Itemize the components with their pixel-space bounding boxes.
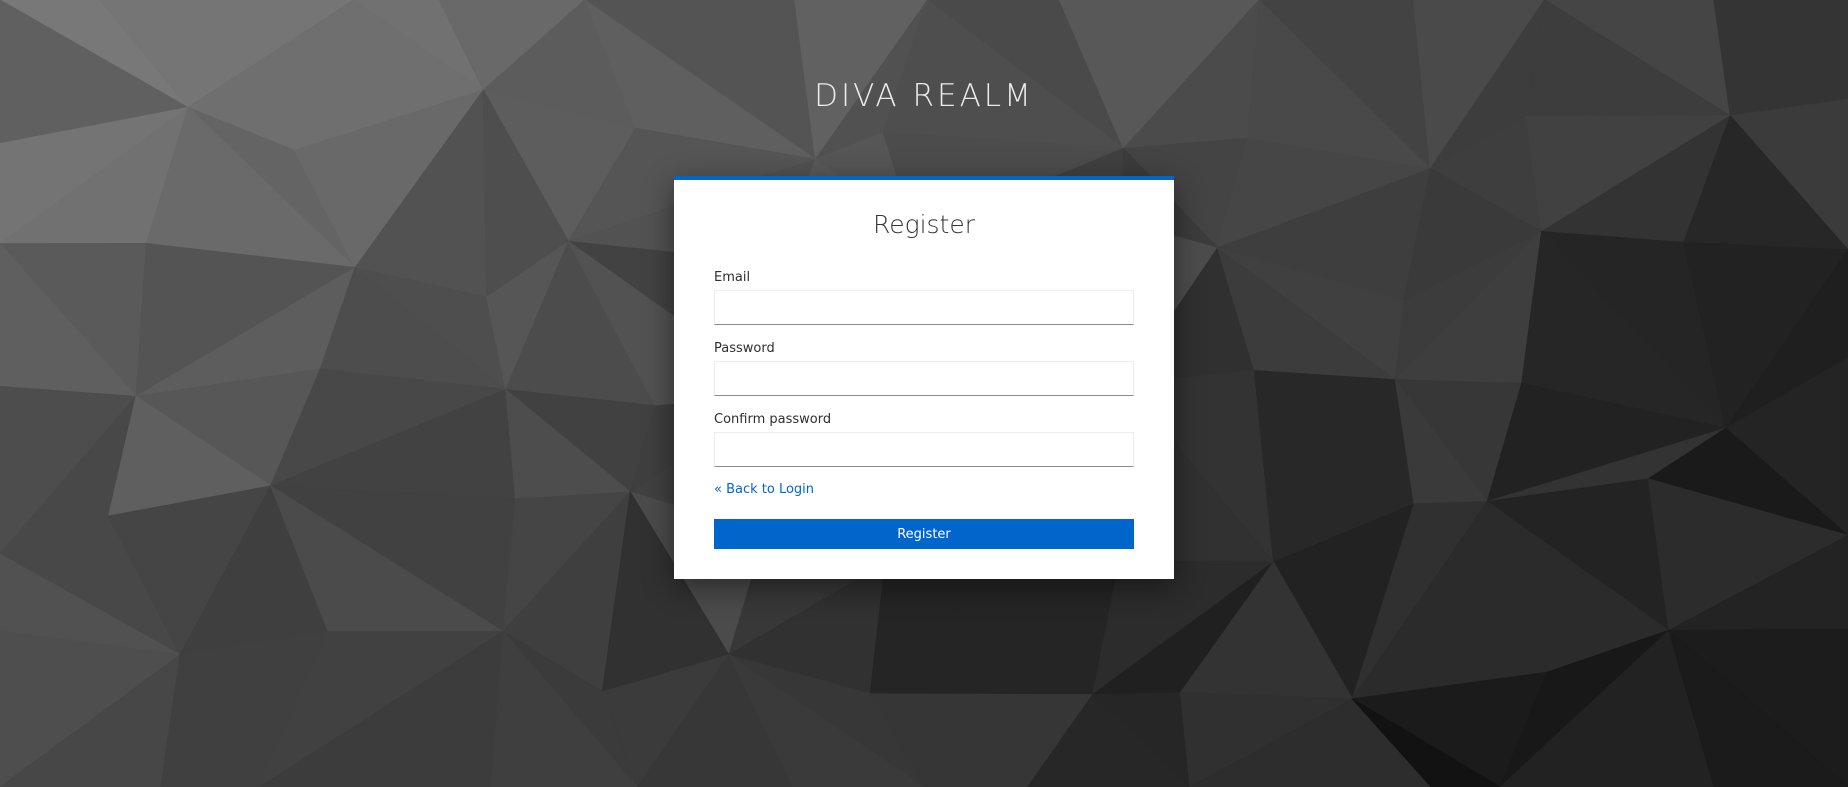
- password-field[interactable]: [714, 361, 1134, 396]
- realm-title: DIVA REALM: [814, 78, 1034, 114]
- email-label: Email: [714, 270, 751, 285]
- page-title: Register: [872, 210, 976, 239]
- email-field[interactable]: [714, 290, 1134, 325]
- register-button[interactable]: Register: [714, 519, 1134, 549]
- register-card: Register Email Password Confirm password…: [674, 176, 1174, 579]
- password-label: Password: [714, 341, 775, 356]
- confirm-password-label: Confirm password: [714, 412, 832, 427]
- back-to-login-link[interactable]: « Back to Login: [714, 482, 814, 497]
- confirm-password-field[interactable]: [714, 432, 1134, 467]
